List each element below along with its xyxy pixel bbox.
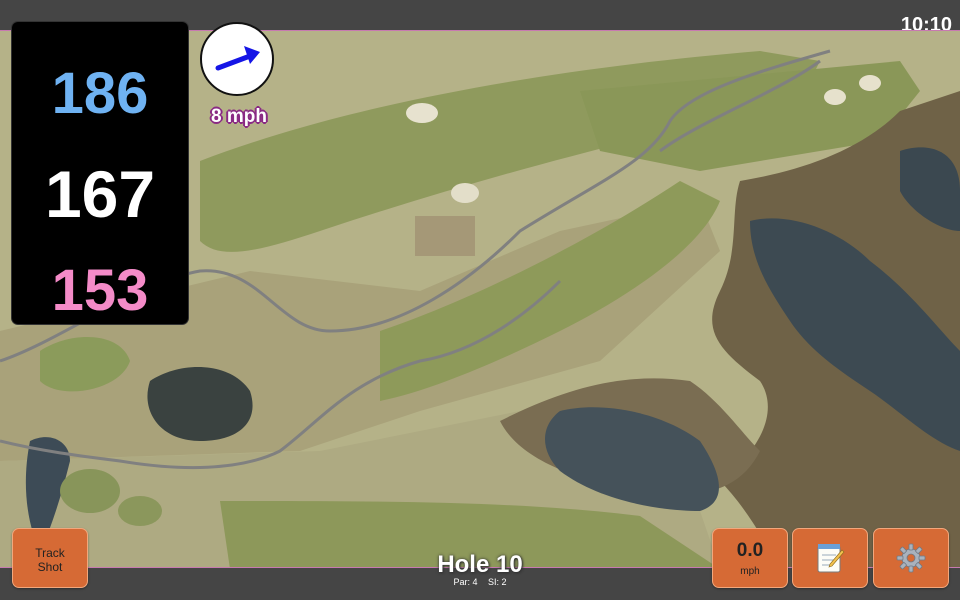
notes-button[interactable]: [792, 528, 868, 588]
back-yardage: 186: [51, 61, 149, 126]
track-shot-button[interactable]: Track Shot: [12, 528, 88, 588]
hole-title: Hole 10: [437, 551, 523, 578]
track-shot-label-line-1: Track: [35, 546, 65, 560]
wind-button-value: 0.0: [736, 540, 764, 561]
middle-yardage: 167: [44, 157, 156, 231]
hole-par: Par: 4: [453, 577, 478, 587]
wind-button-unit: mph: [740, 566, 760, 577]
wind-direction-indicator: [200, 22, 274, 96]
wind-speed-button[interactable]: 0.0 mph: [712, 528, 788, 588]
wind-arrow-icon: [215, 46, 260, 71]
settings-button[interactable]: [873, 528, 949, 588]
yardage-panel: 186 167 153: [12, 22, 188, 324]
wind-speed-label: 8 mph: [211, 106, 267, 127]
front-yardage: 153: [51, 258, 149, 323]
hole-stroke-index: SI: 2: [488, 577, 507, 587]
track-shot-label-line-2: Shot: [37, 560, 63, 574]
notepad-icon: [817, 544, 845, 573]
gear-icon: [896, 543, 926, 573]
hole-info: Par: 4 SI: 2: [400, 577, 560, 587]
